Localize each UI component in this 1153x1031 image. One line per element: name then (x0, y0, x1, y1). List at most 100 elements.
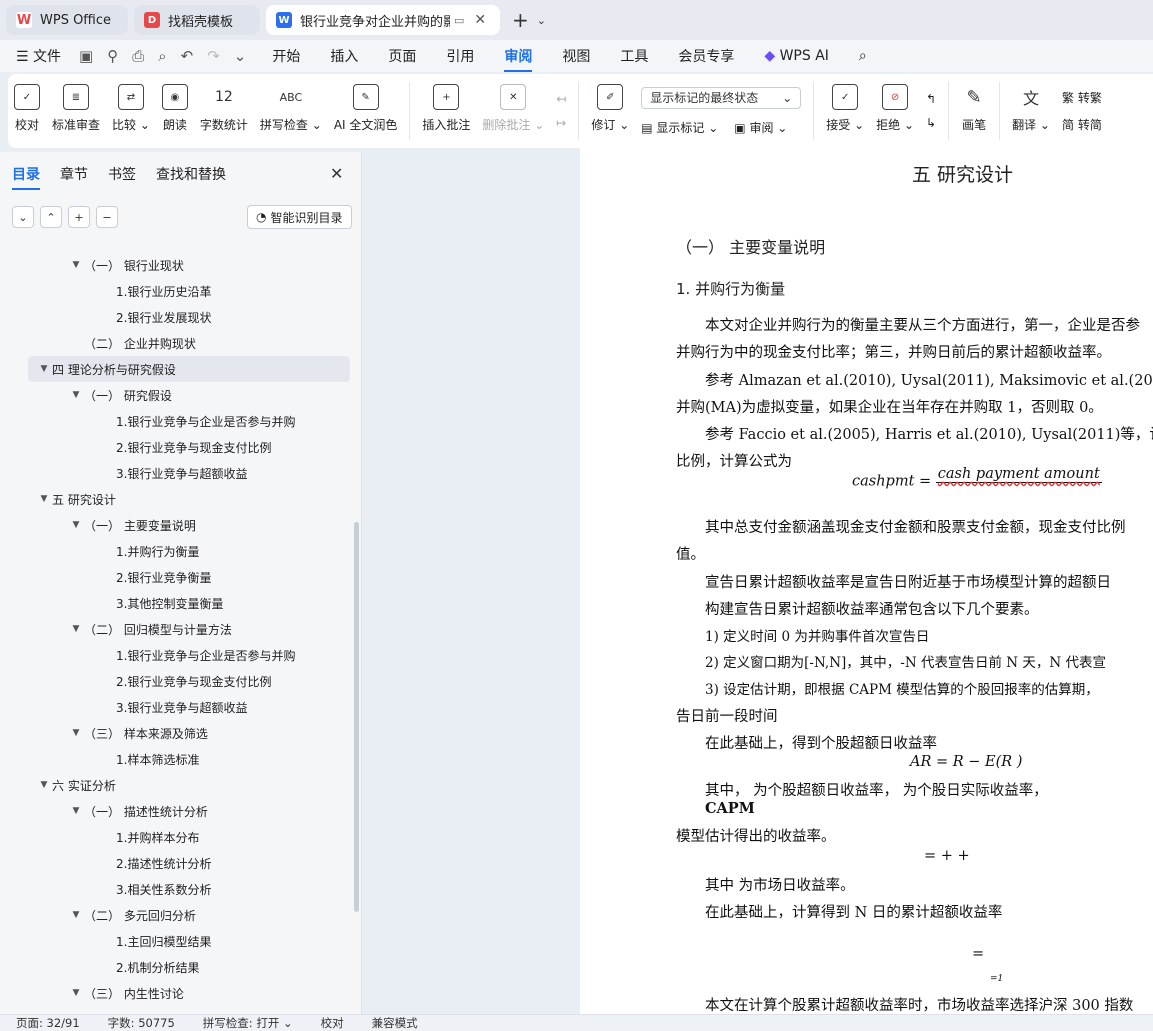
expand-arrow-icon[interactable]: ▼ (68, 624, 84, 634)
link-icon[interactable]: ⚲ (107, 47, 118, 65)
toc-item[interactable]: 2.银行业竞争与现金支付比例 (0, 668, 352, 694)
toc-item[interactable]: 1.银行业竞争与企业是否参与并购 (0, 642, 352, 668)
prev-comment-icon[interactable]: ↤ (556, 92, 566, 106)
tab-sections[interactable]: 章节 (60, 164, 88, 184)
toc-item[interactable]: 2.银行业竞争衡量 (0, 564, 352, 590)
close-icon[interactable]: ✕ (330, 164, 343, 183)
undo-icon[interactable]: ↶ (181, 47, 194, 65)
compare-button[interactable]: ⇄ 比较 ⌄ (106, 74, 156, 148)
tab-document[interactable]: W 银行业竞争对企业并购的影响 ▭ ✕ (266, 5, 500, 35)
display-state-select[interactable]: 显示标记的最终状态 ⌄ (641, 86, 802, 109)
word-count-indicator[interactable]: 字数: 50775 (108, 1015, 175, 1031)
toc-item[interactable]: ▼ （一） 主要变量说明 (0, 512, 352, 538)
delete-comment-button[interactable]: ✕ 删除批注 ⌄ (476, 74, 550, 148)
to-simplified-button[interactable]: 简 转简 (1062, 116, 1102, 133)
expand-arrow-icon[interactable]: ▼ (36, 780, 52, 790)
expand-arrow-icon[interactable]: ▼ (68, 728, 84, 738)
expand-arrow-icon[interactable]: ▼ (68, 988, 84, 998)
word-count-button[interactable]: 12 字数统计 (194, 74, 254, 148)
window-icon[interactable]: ▭ (454, 14, 464, 27)
menu-reference[interactable]: 引用 (446, 46, 474, 66)
tab-toc[interactable]: 目录 (12, 164, 40, 190)
toc-item[interactable]: 1.并购行为衡量 (0, 538, 352, 564)
expand-arrow-icon[interactable]: ▼ (68, 910, 84, 920)
menu-wps-ai[interactable]: ◆ WPS AI (764, 48, 829, 64)
menu-start[interactable]: 开始 (272, 46, 300, 66)
tab-docer-templates[interactable]: D 找稻壳模板 (134, 5, 260, 35)
document-page[interactable]: 五 研究设计 （一） 主要变量说明 1. 并购行为衡量 本文对企业并购行为的衡量… (580, 148, 1153, 1014)
track-changes-button[interactable]: ✐ 修订 ⌄ (585, 74, 635, 148)
toc-item[interactable]: 3.银行业竞争与超额收益 (0, 460, 352, 486)
menu-tools[interactable]: 工具 (620, 46, 648, 66)
toc-item[interactable]: ▼ 四 理论分析与研究假设 (28, 356, 350, 382)
new-tab-plus-icon[interactable]: + (512, 8, 529, 32)
menu-insert[interactable]: 插入 (330, 46, 358, 66)
toc-item[interactable]: 1.银行业历史沿革 (0, 278, 352, 304)
prev-change-icon[interactable]: ↰ (926, 92, 936, 106)
toc-item[interactable]: 1.银行业竞争与企业是否参与并购 (0, 408, 352, 434)
tab-find-replace[interactable]: 查找和替换 (156, 164, 226, 184)
expand-arrow-icon[interactable]: ▼ (68, 390, 84, 400)
toc-item[interactable]: 3.其他控制变量衡量 (0, 590, 352, 616)
show-marks-button[interactable]: ▤ 显示标记 ⌄ (641, 119, 718, 136)
chevron-down-icon[interactable]: ⌄ (537, 14, 546, 27)
ai-polish-button[interactable]: ✎ AI 全文润色 (328, 74, 404, 148)
reviewing-pane-button[interactable]: ▣ 审阅 ⌄ (734, 119, 787, 136)
spell-check-button[interactable]: ABC 拼写检查 ⌄ (254, 74, 328, 148)
insert-comment-button[interactable]: + 插入批注 (416, 74, 476, 148)
next-change-icon[interactable]: ↳ (926, 116, 936, 130)
toc-scrollbar[interactable] (354, 522, 359, 912)
expand-down-icon[interactable]: ⌄ (12, 206, 34, 228)
expand-arrow-icon[interactable]: ▼ (68, 260, 84, 270)
file-menu[interactable]: ☰ 文件 (16, 46, 61, 66)
toc-item[interactable]: （二） 企业并购现状 (0, 330, 352, 356)
page-indicator[interactable]: 页面: 32/91 (16, 1015, 80, 1031)
smart-toc-button[interactable]: ◔ 智能识别目录 (247, 205, 352, 229)
proof-indicator[interactable]: 校对 (321, 1015, 344, 1031)
toc-item[interactable]: 2.银行业发展现状 (0, 304, 352, 330)
toc-item[interactable]: ▼ （二） 多元回归分析 (0, 902, 352, 928)
toc-item[interactable]: 2.机制分析结果 (0, 954, 352, 980)
accept-button[interactable]: ✓ 接受 ⌄ (820, 74, 870, 148)
toc-item[interactable]: ▼ 五 研究设计 (0, 486, 352, 512)
redo-icon[interactable]: ↷ (207, 47, 220, 65)
expand-arrow-icon[interactable]: ▼ (36, 364, 52, 374)
expand-arrow-icon[interactable]: ▼ (36, 494, 52, 504)
to-traditional-button[interactable]: 繁 转繁 (1062, 89, 1102, 106)
menu-member[interactable]: 会员专享 (678, 46, 734, 66)
search-icon[interactable]: ⌕ (859, 48, 867, 64)
print-icon[interactable]: ⎙ (132, 47, 144, 65)
std-review-button[interactable]: ≣ 标准审查 (46, 74, 106, 148)
toc-item[interactable]: ▼ （一） 银行业现状 (0, 252, 352, 278)
toc-item[interactable]: ▼ （一） 研究假设 (0, 382, 352, 408)
toc-item[interactable]: ▼ （三） 内生性讨论 (0, 980, 352, 1006)
menu-page[interactable]: 页面 (388, 46, 416, 66)
expand-arrow-icon[interactable]: ▼ (68, 806, 84, 816)
expand-arrow-icon[interactable]: ▼ (68, 520, 84, 530)
toc-item[interactable]: ▼ （一） 描述性统计分析 (0, 798, 352, 824)
menu-review[interactable]: 审阅 (504, 46, 533, 72)
spell-check-indicator[interactable]: 拼写检查: 打开 ⌄ (203, 1015, 293, 1031)
tab-bookmarks[interactable]: 书签 (108, 164, 136, 184)
proof-button[interactable]: ✓ 校对 (8, 74, 46, 148)
add-level-icon[interactable]: + (68, 206, 90, 228)
print-preview-icon[interactable]: ⌕ (158, 47, 166, 65)
tab-wps-office[interactable]: W WPS Office (6, 5, 128, 35)
toc-item[interactable]: 1.主回归模型结果 (0, 928, 352, 954)
toc-item[interactable]: 2.描述性统计分析 (0, 850, 352, 876)
remove-level-icon[interactable]: − (96, 206, 118, 228)
toc-item[interactable]: ▼ （二） 回归模型与计量方法 (0, 616, 352, 642)
toc-item[interactable]: 1.样本筛选标准 (0, 746, 352, 772)
toc-item[interactable]: 3.银行业竞争与超额收益 (0, 694, 352, 720)
more-chevron-icon[interactable]: ⌄ (234, 47, 247, 65)
menu-view[interactable]: 视图 (562, 46, 590, 66)
read-aloud-button[interactable]: ◉ 朗读 (156, 74, 194, 148)
translate-button[interactable]: 文翻译 ⌄ (1006, 74, 1056, 148)
collapse-up-icon[interactable]: ⌃ (40, 206, 62, 228)
pen-button[interactable]: ✎ 画笔 (955, 74, 993, 148)
close-icon[interactable]: ✕ (474, 12, 486, 28)
toc-item[interactable]: ▼ 六 实证分析 (0, 772, 352, 798)
reject-button[interactable]: ⊘ 拒绝 ⌄ (870, 74, 920, 148)
save-icon[interactable]: ▣ (79, 47, 93, 65)
toc-item[interactable]: 2.银行业竞争与现金支付比例 (0, 434, 352, 460)
